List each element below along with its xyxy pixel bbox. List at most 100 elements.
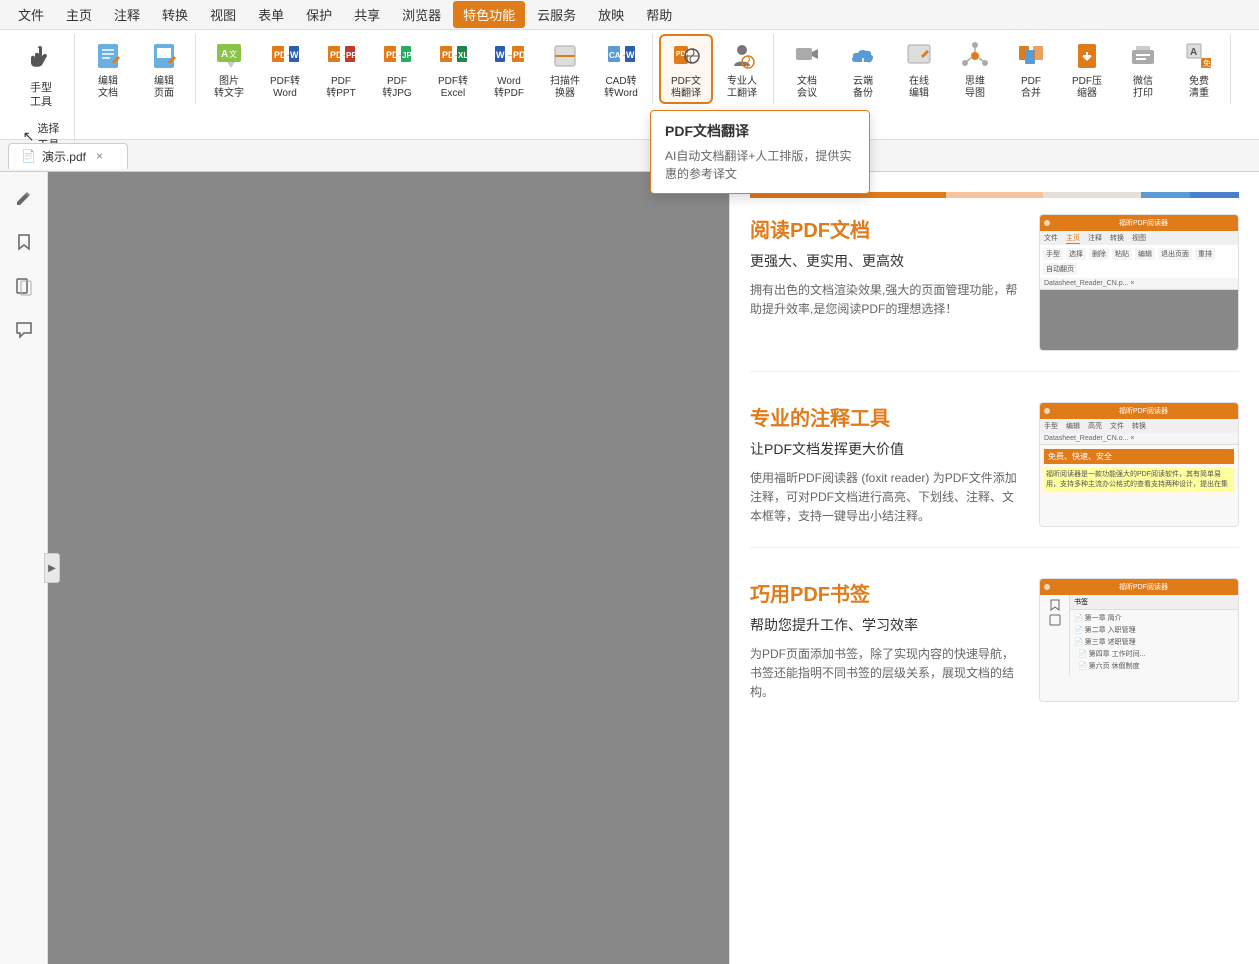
cad-to-word-button[interactable]: CAD→W CAD转转Word — [594, 34, 648, 104]
pdf-translate-button[interactable]: PDF PDF文档翻译 — [659, 34, 713, 104]
menu-share[interactable]: 共享 — [344, 1, 390, 28]
mini-menu-1: 文件 主页 注释 转换 视图 — [1040, 231, 1238, 245]
pdf-to-ppt-button[interactable]: PDF→PPT PDF转PPT — [314, 34, 368, 104]
tab-strip: 📄 演示.pdf × — [0, 140, 1259, 172]
scan-replace-label: 扫描件换器 — [550, 76, 580, 100]
svg-text:A: A — [221, 49, 228, 60]
scan-icon — [547, 38, 583, 74]
pdf-jpg-icon: PDF→JPG — [379, 38, 415, 74]
svg-text:免: 免 — [1203, 58, 1211, 68]
svg-text:文: 文 — [229, 49, 237, 59]
read-pdf-desc: 拥有出色的文档渲染效果,强大的页面管理功能，帮助提升效率,是您阅读PDF的理想选… — [750, 281, 1019, 319]
bookmark-item-5: 第六页 休假制度 — [1089, 663, 1140, 670]
word-to-pdf-button[interactable]: W→PDF Word转PDF — [482, 34, 536, 104]
svg-text:W: W — [626, 50, 635, 60]
cloud-backup-label: 云端备份 — [853, 76, 873, 100]
read-pdf-text: 阅读PDF文档 更强大、更实用、更高效 拥有出色的文档渲染效果,强大的页面管理功… — [750, 214, 1019, 351]
edit-doc-label: 编辑文档 — [98, 76, 118, 100]
pdf-compress-button[interactable]: PDF压缩器 — [1060, 34, 1114, 104]
menu-browser[interactable]: 浏览器 — [392, 1, 451, 28]
human-translate-button[interactable]: 专业人工翻译 — [715, 34, 769, 104]
menu-file[interactable]: 文件 — [8, 1, 54, 28]
wechat-print-button[interactable]: 微信打印 — [1116, 34, 1170, 104]
menu-features[interactable]: 特色功能 — [453, 1, 525, 28]
edit-doc-icon — [90, 38, 126, 74]
sidebar-edit-icon[interactable] — [6, 180, 42, 216]
tooltip-desc: AI自动文档翻译+人工排版，提供实惠的参考译文 — [665, 147, 855, 183]
menu-bar: 文件 主页 注释 转换 视图 表单 保护 共享 浏览器 特色功能 云服务 放映 … — [0, 0, 1259, 30]
mini-toolbar-1: 手型 选择 删除 粘贴 编辑 退出页面 重排 自动翻页 — [1040, 245, 1238, 278]
edit-doc-button[interactable]: 编辑文档 — [81, 34, 135, 104]
pdf-to-jpg-button[interactable]: PDF→JPG PDF转JPG — [370, 34, 424, 104]
edit-page-label: 编辑页面 — [154, 76, 174, 100]
menu-home[interactable]: 主页 — [56, 1, 102, 28]
read-pdf-subtitle: 更强大、更实用、更高效 — [750, 251, 1019, 271]
free-ocr-button[interactable]: A免 免费清重 — [1172, 34, 1226, 104]
svg-text:JPG: JPG — [402, 51, 413, 60]
menu-help[interactable]: 帮助 — [636, 1, 682, 28]
pdf-area — [48, 172, 729, 964]
pdf-tab[interactable]: 📄 演示.pdf × — [8, 143, 128, 169]
menu-cloud[interactable]: 云服务 — [527, 1, 586, 28]
bookmark-text: 巧用PDF书签 帮助您提升工作、学习效率 为PDF页面添加书签，除了实现内容的快… — [750, 578, 1019, 703]
sidebar-comment-icon[interactable] — [6, 312, 42, 348]
cloud-backup-button[interactable]: 云端备份 — [836, 34, 890, 104]
doc-meeting-button[interactable]: 文档会议 — [780, 34, 834, 104]
menu-protect[interactable]: 保护 — [296, 1, 342, 28]
word-to-pdf-label: Word转PDF — [494, 76, 524, 100]
bookmark-desc: 为PDF页面添加书签，除了实现内容的快速导航，书签还能指明不同书签的层级关系，展… — [750, 645, 1019, 703]
menu-form[interactable]: 表单 — [248, 1, 294, 28]
svg-text:A: A — [1190, 47, 1197, 58]
svg-text:XLS: XLS — [458, 51, 469, 60]
img-to-text-button[interactable]: A文 图片转文字 — [202, 34, 256, 104]
svg-text:W: W — [496, 50, 505, 60]
menu-convert[interactable]: 转换 — [152, 1, 198, 28]
read-pdf-title: 阅读PDF文档 — [750, 214, 1019, 243]
hand-icon — [21, 39, 61, 79]
cad-word-icon: CAD→W — [603, 38, 639, 74]
pdf-translate-icon: PDF — [668, 38, 704, 74]
scan-replace-button[interactable]: 扫描件换器 — [538, 34, 592, 104]
bookmark-title: 巧用PDF书签 — [750, 578, 1019, 607]
annotation-image: 福昕PDF阅读器 手型编辑高亮文件转换 Datasheet_Reader_CN.… — [1039, 402, 1239, 527]
doc-meeting-icon — [789, 38, 825, 74]
menu-annotate[interactable]: 注释 — [104, 1, 150, 28]
hand-tool-button[interactable]: 手型工具 — [14, 34, 68, 114]
sidebar-pages-icon[interactable] — [6, 268, 42, 304]
human-translate-label: 专业人工翻译 — [727, 76, 757, 100]
pdf-compress-icon — [1069, 38, 1105, 74]
tab-close-button[interactable]: × — [96, 149, 103, 163]
mini-tab-1: Datasheet_Reader_CN.p... × — [1040, 278, 1238, 290]
pdf-translate-label: PDF文档翻译 — [671, 76, 701, 100]
mind-map-button[interactable]: 思维导图 — [948, 34, 1002, 104]
free-ocr-icon: A免 — [1181, 38, 1217, 74]
cloud-backup-icon — [845, 38, 881, 74]
bookmark-section-label: 书签 — [1070, 595, 1238, 610]
mind-map-icon — [957, 38, 993, 74]
read-pdf-section: 阅读PDF文档 更强大、更实用、更高效 拥有出色的文档渲染效果,强大的页面管理功… — [750, 214, 1239, 372]
bookmark-subtitle: 帮助您提升工作、学习效率 — [750, 615, 1019, 635]
pdf-tab-icon: 📄 — [21, 149, 36, 163]
left-sidebar: ▶ — [0, 172, 48, 964]
sidebar-collapse-button[interactable]: ▶ — [44, 553, 60, 583]
online-edit-button[interactable]: 在线编辑 — [892, 34, 946, 104]
mini-menu-2: 手型编辑高亮文件转换 — [1040, 419, 1238, 433]
human-translate-icon — [724, 38, 760, 74]
pdf-translate-tooltip: PDF文档翻译 AI自动文档翻译+人工排版，提供实惠的参考译文 — [650, 110, 870, 194]
menu-view[interactable]: 视图 — [200, 1, 246, 28]
bookmark-image: 福昕PDF阅读器 书签 📄 第一章 简介 📄 第二章 入职管理 📄 第三章 述职… — [1039, 578, 1239, 703]
pdf-merge-label: PDF合并 — [1021, 76, 1041, 100]
cad-to-word-label: CAD转转Word — [604, 76, 638, 100]
pdf-merge-button[interactable]: PDF合并 — [1004, 34, 1058, 104]
pdf-to-ppt-label: PDF转PPT — [326, 76, 355, 100]
menu-present[interactable]: 放映 — [588, 1, 634, 28]
pdf-to-excel-button[interactable]: PDF→XLS PDF转Excel — [426, 34, 480, 104]
sidebar-bookmark-icon[interactable] — [6, 224, 42, 260]
annotation-desc: 使用福昕PDF阅读器 (foxit reader) 为PDF文件添加注释，可对P… — [750, 469, 1019, 527]
edit-page-icon — [146, 38, 182, 74]
word-pdf-icon: W→PDF — [491, 38, 527, 74]
pdf-to-word-button[interactable]: PDF→W PDF转Word — [258, 34, 312, 104]
edit-page-button[interactable]: 编辑页面 — [137, 34, 191, 104]
ribbon-toolbar: 手型工具 ↖ 选择工具 编辑文档 编辑页面 A文 图片转文字 — [0, 30, 1259, 140]
wechat-print-icon — [1125, 38, 1161, 74]
